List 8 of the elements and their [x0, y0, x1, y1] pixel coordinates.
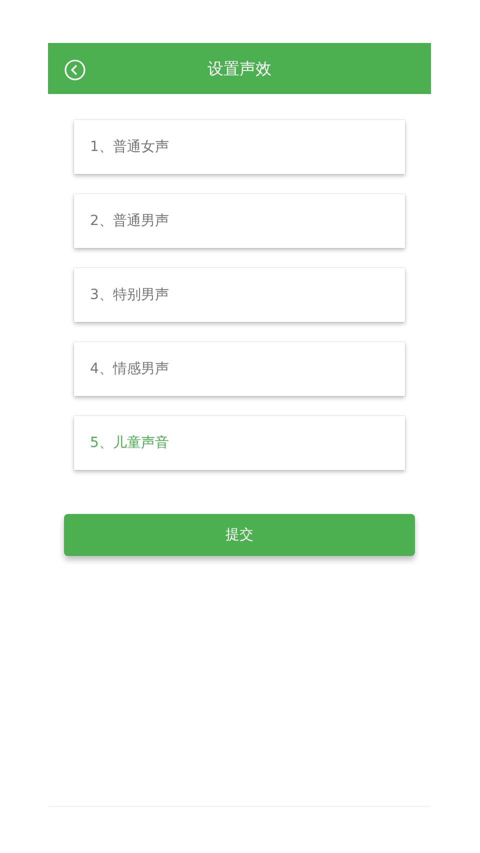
voice-option[interactable]: 5、儿童声音 — [74, 416, 405, 470]
voice-option[interactable]: 3、特别男声 — [74, 268, 405, 322]
submit-button[interactable]: 提交 — [64, 514, 415, 556]
voice-option[interactable]: 4、情感男声 — [74, 342, 405, 396]
voice-option[interactable]: 1、普通女声 — [74, 120, 405, 174]
page-title: 设置声效 — [208, 58, 272, 80]
back-icon[interactable] — [64, 57, 86, 79]
voice-option[interactable]: 2、普通男声 — [74, 194, 405, 248]
